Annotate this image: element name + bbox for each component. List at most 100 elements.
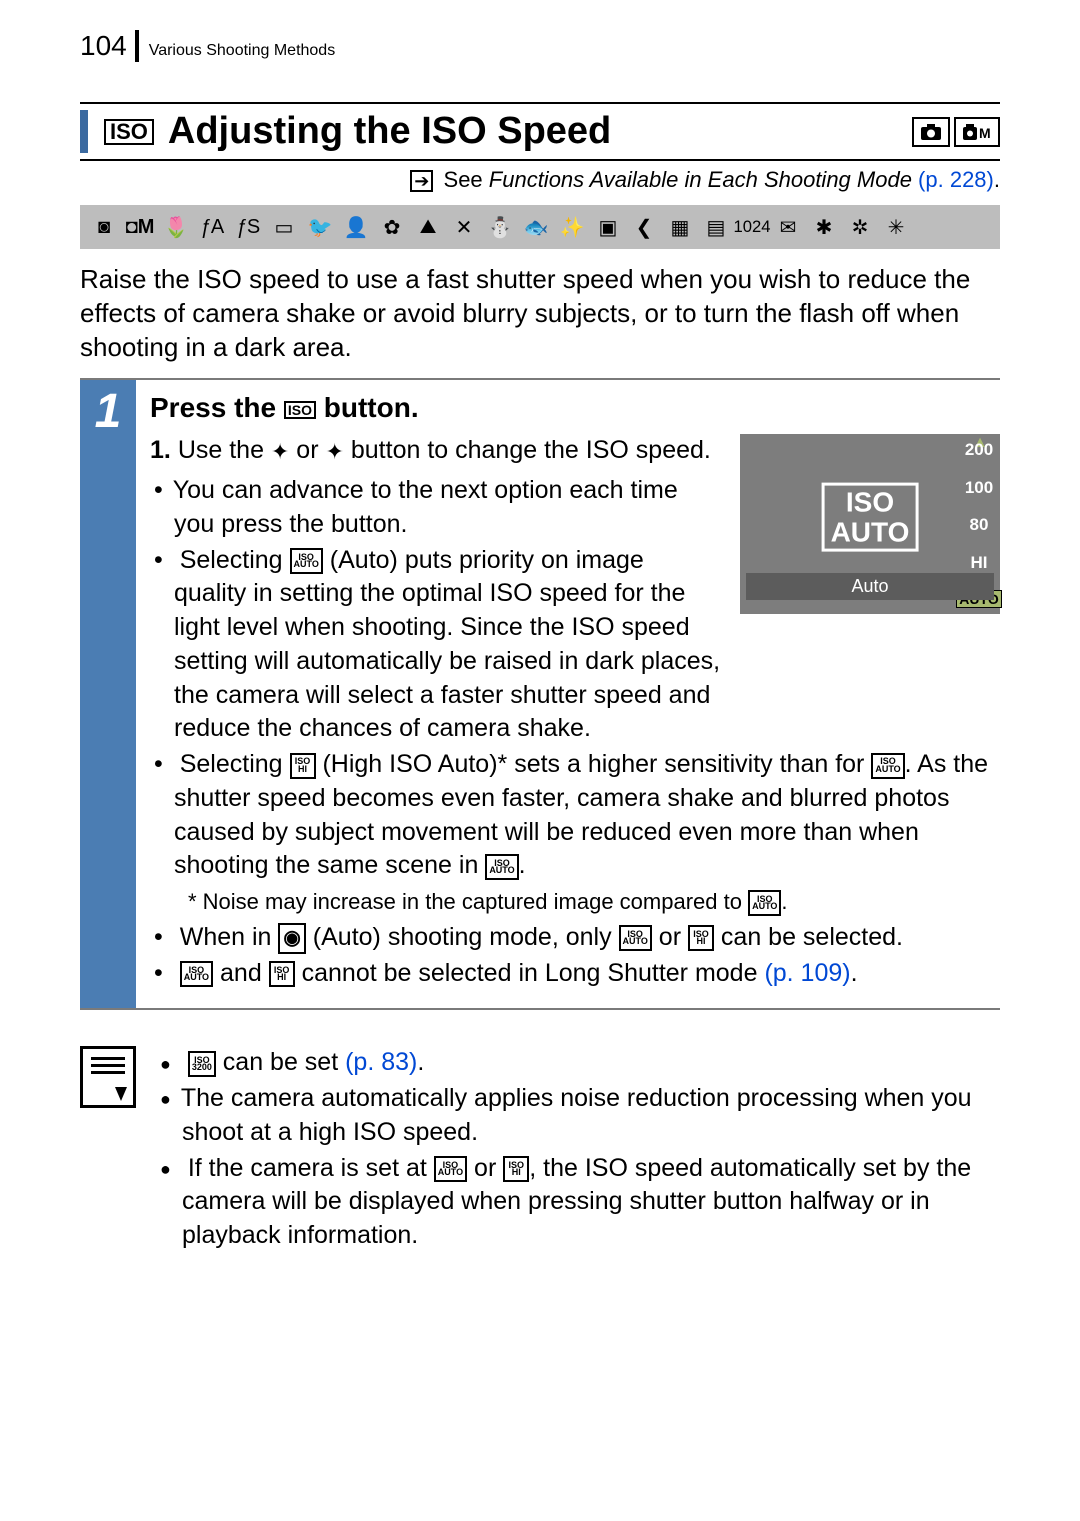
b5d: . [851, 959, 858, 987]
step-title: Press the ISO button. [150, 392, 1000, 424]
tips-list: ISO3200 can be set (p. 83). The camera a… [156, 1046, 1000, 1255]
mode-icon: 🐟 [522, 213, 550, 241]
lcd-val: 100 [965, 478, 993, 498]
list-item: You can advance to the next option each … [150, 474, 722, 542]
b2b: (Auto) puts priority on image quality in… [174, 546, 720, 743]
numbered-list: 1. Use the ✦ or ✦ button to change the I… [150, 434, 722, 468]
header-title: Various Shooting Methods [149, 42, 335, 60]
b3a: Selecting [180, 750, 290, 778]
mode-icon: 🌷 [162, 213, 190, 241]
iso-hi-icon: ISOHI [688, 925, 714, 951]
ol1-c: button to change the ISO speed. [344, 436, 711, 464]
iso-hi-icon: ISOHI [269, 961, 295, 987]
auto-mode-icon: ◉ [278, 923, 305, 954]
tips-block: ISO3200 can be set (p. 83). The camera a… [80, 1046, 1000, 1255]
lcd-bottom: Auto [740, 573, 1000, 600]
b4d: can be selected. [714, 923, 903, 951]
step-block: 1 Press the ISO button. 1. Use the ✦ or … [80, 378, 1000, 1010]
step-row: 1. Use the ✦ or ✦ button to change the I… [150, 434, 1000, 748]
page-link-109[interactable]: (p. 109) [764, 959, 850, 987]
ol1-a: Use the [178, 436, 271, 464]
mode-icon: ƒS [234, 213, 262, 241]
page-link-83[interactable]: (p. 83) [345, 1048, 417, 1076]
b4c: or [652, 923, 688, 951]
footnote: * Noise may increase in the captured ima… [174, 887, 1000, 917]
intro-paragraph: Raise the ISO speed to use a fast shutte… [80, 263, 1000, 364]
b2a: Selecting [180, 546, 290, 574]
see-prefix: See [444, 167, 489, 192]
list-item: If the camera is set at ISOAUTO or ISOHI… [156, 1152, 1000, 1253]
see-italic: Functions Available in Each Shooting Mod… [489, 167, 912, 192]
arrow-icon: ➔ [410, 170, 433, 192]
b4a: When in [180, 923, 279, 951]
bullet-list-cont: Selecting ISOHI (High ISO Auto)* sets a … [150, 748, 1000, 990]
step-title-post: button. [316, 392, 419, 423]
lcd-bottom-label: Auto [746, 573, 994, 600]
iso-auto-icon: ISOAUTO [619, 925, 652, 951]
b4b: (Auto) shooting mode, only [306, 923, 619, 951]
lcd-preview: ▲ ISOAUTO 200 100 80 HI AUTO Auto [740, 434, 1000, 614]
mode-icon: ◙ [90, 213, 118, 241]
note-b: . [781, 889, 787, 914]
iso-3200-icon: ISO3200 [188, 1051, 216, 1077]
see-page-link[interactable]: (p. 228) [912, 167, 994, 192]
lcd-center-label: ISOAUTO [822, 483, 919, 552]
mode-icon: ⛰ [414, 213, 442, 241]
b3d: . [519, 851, 526, 879]
iso-button-icon: ISO [284, 401, 316, 419]
list-item: When in ◉ (Auto) shooting mode, only ISO… [150, 921, 1000, 955]
page-number: 104 [80, 30, 139, 62]
mode-icon: ✲ [846, 213, 874, 241]
iso-auto-icon: ISOAUTO [180, 961, 213, 987]
lcd-center: ISOAUTO [822, 483, 919, 552]
mode-icon: ◘M [126, 213, 154, 241]
iso-auto-icon: ISOAUTO [871, 753, 904, 779]
mode-icon: ✕ [450, 213, 478, 241]
iso-auto-icon: ISOAUTO [290, 548, 323, 574]
section-accent [80, 110, 88, 153]
up-arrow-icon: ✦ [271, 437, 289, 467]
lcd-val: 200 [965, 440, 993, 460]
section-title-bar: ISO Adjusting the ISO Speed M [80, 102, 1000, 161]
mode-icon: ▭ [270, 213, 298, 241]
scene-mode-strip: ◙ ◘M 🌷 ƒA ƒS ▭ 🐦 👤 ✿ ⛰ ✕ ⛄ 🐟 ✨ ▣ ❮ ▦ ▤ 1… [80, 205, 1000, 249]
mode-icon: ✱ [810, 213, 838, 241]
mode-icon: ✿ [378, 213, 406, 241]
lcd-val: 80 [970, 515, 989, 535]
iso-auto-icon: ISOAUTO [748, 890, 781, 916]
see-period: . [994, 167, 1000, 192]
t3b: or [467, 1154, 503, 1182]
mode-icon: ƒA [198, 213, 226, 241]
iso-hi-icon: ISOHI [290, 753, 316, 779]
step-content: Press the ISO button. 1. Use the ✦ or ✦ … [136, 380, 1000, 1008]
iso-auto-icon: ISOAUTO [434, 1156, 467, 1182]
b5c: cannot be selected in Long Shutter mode [295, 959, 765, 987]
mode-icon: ⛄ [486, 213, 514, 241]
mode-icon: 👤 [342, 213, 370, 241]
camera-m-mode-icon: M [954, 117, 1000, 147]
step-title-pre: Press the [150, 392, 284, 423]
step-text: 1. Use the ✦ or ✦ button to change the I… [150, 434, 722, 748]
mode-icon: ▣ [594, 213, 622, 241]
b3b: (High ISO Auto)* sets a higher sensitivi… [316, 750, 872, 778]
iso-hi-icon: ISOHI [503, 1156, 529, 1182]
t1c: . [417, 1048, 424, 1076]
iso-auto-icon: ISOAUTO [485, 854, 518, 880]
ol1-b: or [289, 436, 325, 464]
b5b: and [213, 959, 269, 987]
note-icon [80, 1046, 136, 1108]
bullet-list-top: You can advance to the next option each … [150, 474, 722, 746]
mode-badges: M [912, 117, 1000, 147]
t3a: If the camera is set at [188, 1154, 434, 1182]
mode-icon: 🐦 [306, 213, 334, 241]
see-reference: ➔ See Functions Available in Each Shooti… [80, 167, 1000, 193]
mode-icon: 1024 [738, 213, 766, 241]
lcd-val: HI [971, 553, 988, 573]
section-heading: Adjusting the ISO Speed [168, 110, 912, 153]
mode-icon: ✨ [558, 213, 586, 241]
list-item: ISO3200 can be set (p. 83). [156, 1046, 1000, 1080]
mode-icon: ▤ [702, 213, 730, 241]
list-item: Selecting ISOHI (High ISO Auto)* sets a … [150, 748, 1000, 917]
iso-icon: ISO [104, 119, 154, 145]
step-number: 1 [80, 380, 136, 1008]
